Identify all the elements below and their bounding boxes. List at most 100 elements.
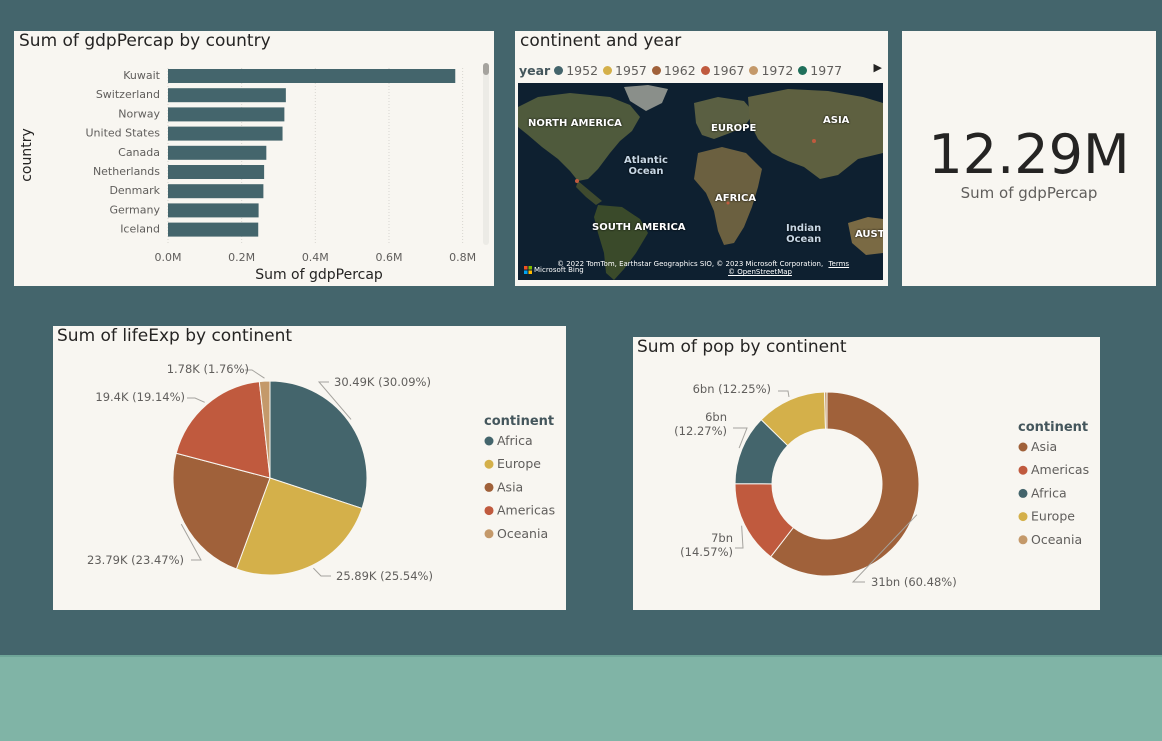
bar-germany[interactable] [168,203,259,218]
map-label-atlantic-line1: Atlantic [624,155,668,166]
legend-dot-oceania [1018,535,1028,545]
legend-dot [603,66,613,75]
data-label: 7bn [711,531,733,545]
legend-label: 1962 [663,63,696,78]
bar-netherlands[interactable] [168,165,265,179]
map-point [575,179,579,183]
card-panel[interactable]: 12.29M Sum of gdpPercap [902,31,1156,286]
card-value: 12.29M [928,123,1130,186]
y-axis-title: country [19,128,35,182]
card-label: Sum of gdpPercap [960,184,1098,202]
map-legend-title: year [519,63,551,78]
map-legend: year 1952 1957 1962 1967 1972 1977 [519,63,847,78]
map-panel[interactable]: continent and year year 1952 1957 1962 1… [515,31,888,286]
legend-item-1962[interactable]: 1962 [651,63,696,78]
map-label-asia: ASIA [823,115,850,126]
legend-next-chevron-icon[interactable]: ▶ [874,61,882,74]
legend-item-1957[interactable]: 1957 [603,63,647,78]
legend-label: 1967 [712,63,745,78]
bar-united-states[interactable] [168,126,283,141]
legend-label-europe[interactable]: Europe [497,456,541,471]
legend-label: 1977 [810,63,843,78]
x-tick-label: 0.4M [302,251,329,264]
legend-label-africa[interactable]: Africa [497,433,533,448]
legend-label-asia[interactable]: Asia [497,479,523,494]
map-label-north-america: NORTH AMERICA [528,118,622,129]
slice-oceania[interactable] [824,391,828,430]
y-tick-label: Denmark [109,184,160,197]
pie-chart-svg: 30.49K (30.09%) 25.89K (25.54%) 23.79K (23… [87,362,555,583]
y-tick-label: Switzerland [96,88,160,101]
legend-label: 1957 [615,63,647,78]
legend-dot-oceania [484,529,494,539]
legend-label: 1952 [566,63,599,78]
legend-label: 1972 [761,63,794,78]
leader-line [735,525,744,549]
data-label: 31bn (60.48%) [871,575,957,589]
map-label-indian-line1: Indian [786,223,822,234]
map-label-australia: AUSTI [855,229,883,240]
bar-chart-panel[interactable]: Sum of gdpPercap by country 0.0M 0.2M 0.4M… [14,31,494,286]
bar-kuwait[interactable] [168,69,456,83]
legend-dot-africa [1018,488,1028,498]
legend-item-1967[interactable]: 1967 [700,63,745,78]
x-tick-label: 0.6M [375,251,402,264]
world-map[interactable]: NORTH AMERICA EUROPE ASIA Atlantic Ocean … [518,83,883,280]
bar-chart-svg: 0.0M 0.2M 0.4M 0.6M 0.8M Kuwait Switzerland Nor… [19,63,489,283]
scrollbar-thumb[interactable] [483,63,489,75]
donut-chart-svg: 31bn (60.48%) 7bn(14.57%) 6bn(12.27%) 6bn (… [674,382,1089,589]
osm-link[interactable]: © OpenStreetMap [728,268,792,276]
leader-line [187,397,205,403]
map-attribution: © 2022 TomTom, Earthstar Geographics SIO… [557,260,849,276]
legend-label-americas[interactable]: Americas [1031,462,1089,477]
data-label: 19.4K (19.14%) [95,390,185,404]
x-tick-label: 0.8M [449,251,476,264]
map-label-indian-line2: Ocean [786,234,822,245]
y-tick-label: Germany [109,203,160,216]
terms-link[interactable]: Terms [828,260,849,268]
legend-dot-asia [484,482,494,492]
legend-title: continent [1018,420,1088,435]
map-label-indian: Indian Ocean [786,223,821,245]
legend-dot-americas [1018,465,1028,475]
pie-chart-panel[interactable]: Sum of lifeExp by continent 30.49K (30.0… [53,326,566,610]
legend-label-africa[interactable]: Africa [1031,485,1067,500]
donut-chart-panel[interactable]: Sum of pop by continent 31bn (60.48%) 7bn… [633,337,1100,610]
legend-label-europe[interactable]: Europe [1031,509,1075,524]
legend-label-asia[interactable]: Asia [1031,439,1057,454]
data-label: 6bn (12.25%) [693,382,771,396]
y-tick-label: Iceland [120,223,160,236]
legend-item-1972[interactable]: 1972 [749,63,793,78]
scrollbar-track[interactable] [483,63,489,245]
legend-dot-africa [484,436,494,446]
legend-dot-europe [1018,512,1028,522]
bar-iceland[interactable] [168,222,259,237]
bar-switzerland[interactable] [168,88,286,103]
legend-dot-asia [1018,442,1028,452]
map-label-europe: EUROPE [711,123,757,134]
y-tick-label: Netherlands [93,165,160,178]
map-label-south-america: SOUTH AMERICA [592,222,686,233]
data-label: (14.57%) [680,545,733,559]
legend-label-americas[interactable]: Americas [497,503,555,518]
x-tick-label: 0.0M [155,251,182,264]
map-label-africa: AFRICA [715,193,757,204]
data-label: 25.89K (25.54%) [336,569,433,583]
y-tick-label: United States [86,127,161,140]
legend-item-1977[interactable]: 1977 [798,63,842,78]
attribution-text: © 2022 TomTom, Earthstar Geographics SIO… [557,260,824,268]
legend-label-oceania[interactable]: Oceania [497,526,548,541]
legend-dot [798,66,808,75]
bar-norway[interactable] [168,107,285,122]
legend-dot [651,66,661,75]
bar-denmark[interactable] [168,184,264,199]
legend-dot [749,66,759,75]
x-axis-title: Sum of gdpPercap [255,267,383,283]
legend-dot-americas [484,506,494,516]
bar-canada[interactable] [168,145,267,160]
bottom-band [0,655,1162,741]
x-tick-label: 0.2M [228,251,255,264]
legend-item-1952[interactable]: 1952 [554,63,598,78]
legend-label-oceania[interactable]: Oceania [1031,532,1082,547]
data-label: 1.78K (1.76%) [167,362,249,376]
